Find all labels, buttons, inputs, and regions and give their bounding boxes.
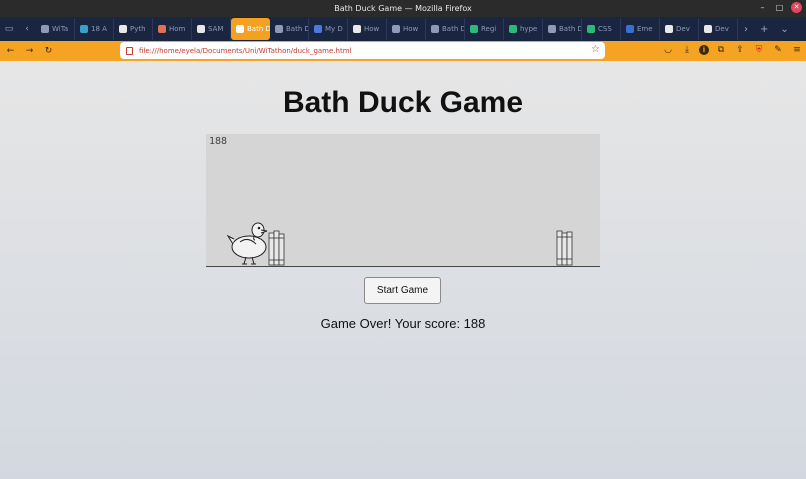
- tab-11[interactable]: Regi: [465, 18, 504, 40]
- tab-10[interactable]: Bath Du: [426, 18, 465, 40]
- minimize-icon[interactable]: –: [757, 2, 768, 13]
- tab-15[interactable]: Eme: [621, 18, 660, 40]
- tab-scroll-right-icon[interactable]: ›: [744, 24, 748, 35]
- toolbar-icons: ◡ ⤓ i ⧉ ⇪ ⛨ ✎ ≡: [661, 43, 804, 57]
- game-canvas[interactable]: 188: [206, 134, 600, 267]
- tab-5[interactable]: Bath D: [231, 18, 270, 40]
- duck-sprite: [226, 222, 268, 265]
- maximize-icon[interactable]: □: [774, 2, 785, 13]
- tab-label: How: [364, 25, 380, 33]
- tab-label: Bath D: [247, 25, 270, 33]
- tab-label: hype: [520, 25, 538, 33]
- tab-17[interactable]: Dev: [699, 18, 738, 40]
- pocket-icon[interactable]: ◡: [661, 43, 675, 57]
- tab-label: WiTa: [52, 25, 69, 33]
- tab-13[interactable]: Bath Du: [543, 18, 582, 40]
- tab-3[interactable]: Hom: [153, 18, 192, 40]
- tab-0[interactable]: WiTa: [36, 18, 75, 40]
- tab-6[interactable]: Bath Du: [270, 18, 309, 40]
- tab-favicon-icon: [314, 25, 322, 33]
- tab-label: Dev: [715, 25, 729, 33]
- tab-favicon-icon: [197, 25, 205, 33]
- tab-9[interactable]: How: [387, 18, 426, 40]
- bookmark-star-icon[interactable]: ☆: [591, 44, 600, 55]
- tab-label: Bath Du: [286, 25, 308, 33]
- tab-16[interactable]: Dev: [660, 18, 699, 40]
- game-over-message: Game Over! Your score: 188: [320, 316, 486, 331]
- tab-favicon-icon: [548, 25, 556, 33]
- reload-icon[interactable]: ↻: [40, 42, 57, 60]
- books-obstacle-right: [556, 230, 573, 266]
- tab-1[interactable]: 18 A: [75, 18, 114, 40]
- tab-favicon-icon: [587, 25, 595, 33]
- tab-favicon-icon: [470, 25, 478, 33]
- tab-scroll-left-icon[interactable]: ‹: [18, 17, 36, 41]
- tab-bar-right: › + ⌄: [738, 24, 789, 35]
- tab-favicon-icon: [665, 25, 673, 33]
- info-extension-icon[interactable]: i: [699, 45, 709, 55]
- game-scene: [226, 222, 573, 266]
- window-title: Bath Duck Game — Mozilla Firefox: [334, 4, 472, 13]
- tab-label: Pyth: [130, 25, 146, 33]
- tab-favicon-icon: [158, 25, 166, 33]
- ground-line: [206, 266, 600, 267]
- tab-label: 18 A: [91, 25, 107, 33]
- tab-4[interactable]: SAM: [192, 18, 231, 40]
- tab-label: Bath Du: [442, 25, 464, 33]
- tab-7[interactable]: My D: [309, 18, 348, 40]
- tab-favicon-icon: [509, 25, 517, 33]
- ublock-icon[interactable]: ⛨: [752, 43, 766, 57]
- page-content: [0, 61, 806, 479]
- tab-favicon-icon: [275, 25, 283, 33]
- window-controls: – □ ✕: [757, 2, 802, 13]
- tab-favicon-icon: [431, 25, 439, 33]
- tab-14[interactable]: CSS: [582, 18, 621, 40]
- tab-favicon-icon: [626, 25, 634, 33]
- url-bar[interactable]: file:///home/eyela/Documents/Uni/WiTatho…: [120, 42, 605, 59]
- menu-hamburger-icon[interactable]: ≡: [790, 43, 804, 57]
- tab-favicon-icon: [236, 25, 244, 33]
- tab-label: SAM: [208, 25, 224, 33]
- tab-favicon-icon: [119, 25, 127, 33]
- tab-label: Eme: [637, 25, 653, 33]
- tab-favicon-icon: [353, 25, 361, 33]
- tab-label: Regi: [481, 25, 497, 33]
- tab-8[interactable]: How: [348, 18, 387, 40]
- tab-label: How: [403, 25, 419, 33]
- tab-label: CSS: [598, 25, 612, 33]
- tab-list: WiTa 18 A Pyth Hom SAM Bath D Bath Du My D How Ho…: [36, 18, 738, 40]
- tab-favicon-icon: [41, 25, 49, 33]
- tab-favicon-icon: [80, 25, 88, 33]
- tab-overview-icon[interactable]: ▭: [0, 17, 18, 41]
- file-page-icon: [126, 46, 133, 55]
- navigation-bar: ← → ↻ file:///home/eyela/Documents/Uni/W…: [0, 41, 806, 61]
- back-arrow-icon[interactable]: ←: [2, 42, 19, 60]
- tab-label: Dev: [676, 25, 690, 33]
- share-icon[interactable]: ⇪: [733, 43, 747, 57]
- eyedropper-icon[interactable]: ✎: [771, 43, 785, 57]
- tab-favicon-icon: [392, 25, 400, 33]
- url-text: file:///home/eyela/Documents/Uni/WiTatho…: [139, 46, 352, 55]
- game-title: Bath Duck Game: [282, 86, 524, 119]
- tab-label: Hom: [169, 25, 186, 33]
- tab-12[interactable]: hype: [504, 18, 543, 40]
- list-tabs-icon[interactable]: ⌄: [780, 24, 788, 35]
- window-titlebar: Bath Duck Game — Mozilla Firefox – □ ✕: [0, 0, 806, 17]
- forward-arrow-icon[interactable]: →: [21, 42, 38, 60]
- extensions-icon[interactable]: ⧉: [714, 43, 728, 57]
- tab-bar: ▭ ‹ WiTa 18 A Pyth Hom SAM Bath D Bath Du My D H…: [0, 17, 806, 41]
- books-obstacle: [268, 230, 285, 266]
- start-game-button[interactable]: Start Game: [364, 277, 441, 304]
- downloads-icon[interactable]: ⤓: [680, 43, 694, 57]
- new-tab-icon[interactable]: +: [760, 24, 768, 35]
- tab-label: Bath Du: [559, 25, 581, 33]
- tab-label: My D: [325, 25, 343, 33]
- close-icon[interactable]: ✕: [791, 2, 802, 13]
- tab-favicon-icon: [704, 25, 712, 33]
- tab-2[interactable]: Pyth: [114, 18, 153, 40]
